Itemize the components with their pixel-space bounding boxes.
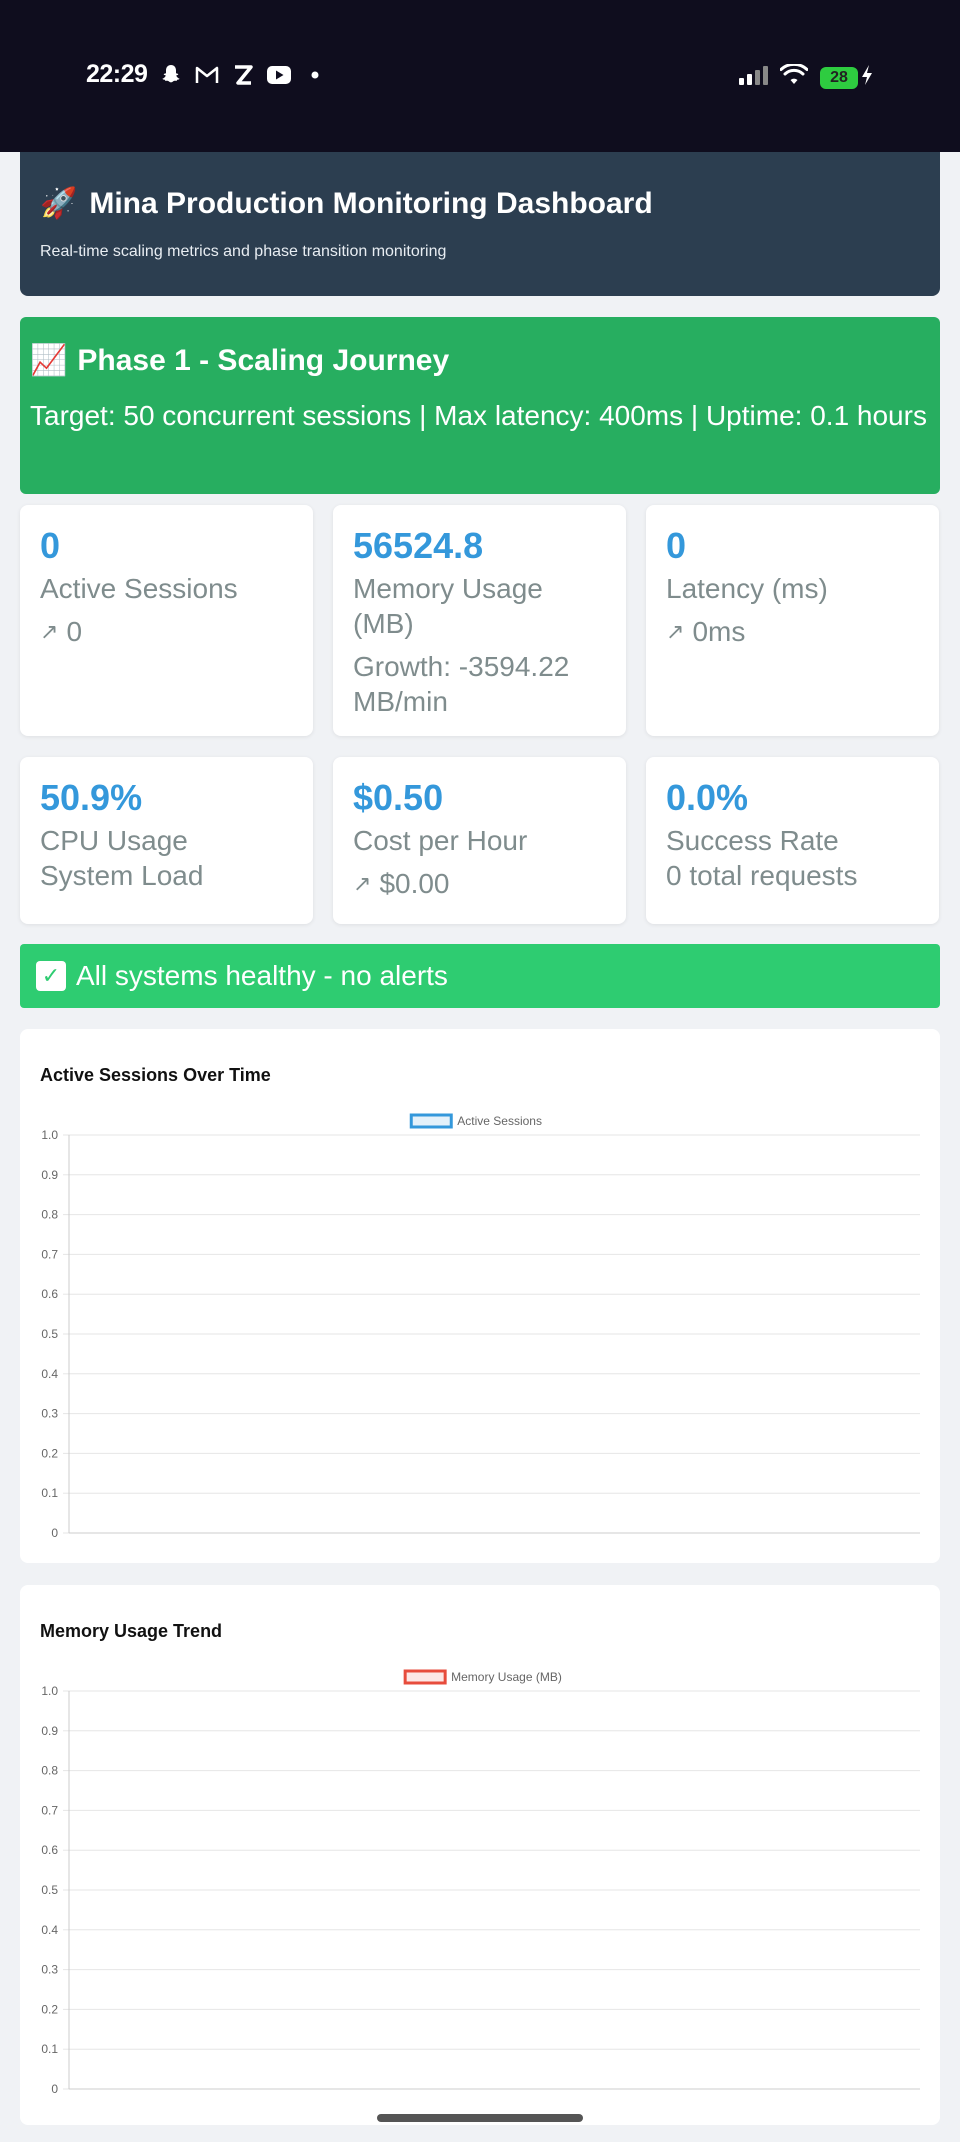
- metric-value: 0: [666, 525, 687, 566]
- y-tick-label: 0.1: [41, 1486, 58, 1500]
- metric-value: $0.50: [353, 777, 444, 818]
- page-title-text: Mina Production Monitoring Dashboard: [89, 186, 653, 220]
- legend-swatch: [403, 1669, 447, 1685]
- trend-up-icon: ↗: [40, 619, 59, 644]
- dot-icon: [302, 62, 328, 88]
- metric-label: Latency (ms): [666, 573, 828, 604]
- chart-increasing-icon: 📈: [30, 344, 68, 377]
- metric-card-success-rate: 0.0% Success Rate 0 total requests: [646, 757, 939, 924]
- metric-card-latency: 0 Latency (ms) ↗ 0ms: [646, 505, 939, 736]
- rocket-icon: 🚀: [40, 187, 78, 220]
- y-tick-label: 0.9: [41, 1168, 58, 1182]
- trend-up-icon: ↗: [666, 619, 685, 644]
- y-tick-label: 1.0: [41, 1684, 58, 1698]
- y-tick-label: 0.8: [41, 1208, 58, 1222]
- metric-card-active-sessions: 0 Active Sessions ↗ 0: [20, 505, 313, 736]
- page-subtitle: Real-time scaling metrics and phase tran…: [40, 243, 447, 260]
- snapchat-icon: [158, 62, 184, 88]
- page-title: 🚀 Mina Production Monitoring Dashboard: [40, 186, 920, 221]
- legend-label: Memory Usage (MB): [451, 1670, 562, 1684]
- battery-icon: 28: [820, 66, 858, 89]
- metric-value: 0: [40, 525, 61, 566]
- youtube-icon: [266, 62, 292, 88]
- metric-label: Active Sessions: [40, 573, 238, 604]
- home-indicator[interactable]: [377, 2114, 583, 2122]
- metric-sub-text: 0ms: [692, 616, 746, 647]
- metric-sub: Growth: -3594.22 MB/min: [353, 649, 606, 719]
- y-tick-label: 0: [51, 1526, 58, 1540]
- legend[interactable]: Memory Usage (MB): [403, 1669, 562, 1685]
- y-tick-label: 1.0: [41, 1128, 58, 1142]
- metric-value: 50.9%: [40, 777, 143, 818]
- notification-icons: [158, 62, 328, 88]
- y-tick-label: 0.3: [41, 1963, 58, 1977]
- y-tick-label: 0.7: [41, 1247, 58, 1261]
- trend-up-icon: ↗: [353, 871, 372, 896]
- dashboard-header: 🚀 Mina Production Monitoring Dashboard R…: [20, 152, 940, 296]
- metric-sub: ↗ 0ms: [666, 614, 919, 649]
- z-app-icon: [230, 62, 256, 88]
- metric-sub: ↗ 0: [40, 614, 293, 649]
- y-tick-label: 0.7: [41, 1803, 58, 1817]
- metric-sub: 0 total requests: [666, 858, 919, 893]
- y-tick-label: 0.5: [41, 1883, 58, 1897]
- metric-label: Memory Usage (MB): [353, 573, 543, 639]
- metric-label: Success Rate: [666, 825, 839, 856]
- active-sessions-chart-panel: Active Sessions Over Time Active Session…: [20, 1029, 940, 1563]
- check-mark-icon: ✓: [36, 961, 66, 991]
- metric-sub-text: Growth: -3594.22 MB/min: [353, 651, 570, 717]
- y-tick-label: 0.3: [41, 1407, 58, 1421]
- y-tick-label: 0.1: [41, 2042, 58, 2056]
- metric-sub-text: 0 total requests: [666, 860, 858, 891]
- phase-details: Target: 50 concurrent sessions | Max lat…: [30, 400, 927, 431]
- legend[interactable]: Active Sessions: [409, 1113, 542, 1129]
- status-bar: 22:29 28: [0, 0, 960, 152]
- active-sessions-chart: Active Sessions 1.0 0.9 0.8 0.7 0.6 0.5 0.4 0.3 0…: [41, 1113, 920, 1540]
- y-tick-label: 0.5: [41, 1327, 58, 1341]
- phase-banner: 📈 Phase 1 - Scaling Journey Target: 50 c…: [20, 317, 940, 494]
- y-tick-label: 0.4: [41, 1923, 58, 1937]
- signal-icon: [738, 64, 768, 91]
- gmail-icon: [194, 62, 220, 88]
- metric-card-cost-per-hour: $0.50 Cost per Hour ↗ $0.00: [333, 757, 626, 924]
- wifi-icon: [779, 62, 809, 91]
- phase-title-text: Phase 1 - Scaling Journey: [77, 343, 450, 377]
- legend-swatch: [409, 1113, 453, 1129]
- y-tick-label: 0.4: [41, 1367, 58, 1381]
- memory-usage-chart: Memory Usage (MB) 1.0 0.9 0.8 0.7 0.6 0.5 0.4 0.…: [41, 1669, 920, 2096]
- legend-label: Active Sessions: [457, 1114, 542, 1128]
- metric-label: Cost per Hour: [353, 825, 528, 856]
- metric-sub-text: 0: [66, 616, 83, 647]
- phase-title: 📈 Phase 1 - Scaling Journey: [30, 343, 930, 378]
- metric-label: CPU Usage: [40, 825, 188, 856]
- y-tick-label: 0.9: [41, 1724, 58, 1738]
- metric-sub-text: System Load: [40, 860, 204, 891]
- y-tick-label: 0.6: [41, 1287, 58, 1301]
- metric-card-memory-usage: 56524.8 Memory Usage (MB) Growth: -3594.…: [333, 505, 626, 736]
- metric-sub: ↗ $0.00: [353, 866, 606, 901]
- y-tick-label: 0.2: [41, 2002, 58, 2016]
- memory-usage-chart-panel: Memory Usage Trend Memory Usage (MB) 1.0 0…: [20, 1585, 940, 2125]
- alert-text: All systems healthy - no alerts: [76, 960, 448, 991]
- y-tick-label: 0.8: [41, 1764, 58, 1778]
- y-tick-label: 0: [51, 2082, 58, 2096]
- health-alert: ✓ All systems healthy - no alerts: [20, 944, 940, 1008]
- metric-value: 56524.8: [353, 525, 484, 566]
- status-time: 22:29: [86, 60, 148, 88]
- y-tick-label: 0.2: [41, 1446, 58, 1460]
- metric-value: 0.0%: [666, 777, 749, 818]
- system-icons: 28: [738, 62, 874, 91]
- metric-sub: System Load: [40, 858, 293, 893]
- charging-icon: [860, 64, 874, 91]
- metric-card-cpu-usage: 50.9% CPU Usage System Load: [20, 757, 313, 924]
- y-tick-label: 0.6: [41, 1843, 58, 1857]
- metric-sub-text: $0.00: [379, 868, 450, 899]
